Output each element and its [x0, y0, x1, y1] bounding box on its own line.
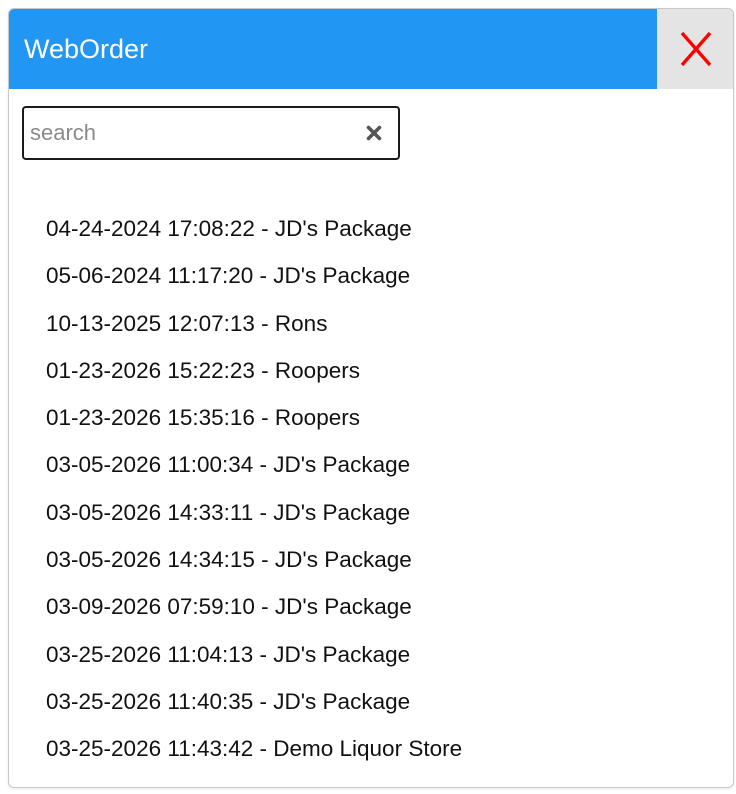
order-list-item[interactable]: 01-23-2026 15:35:16 - Roopers	[46, 394, 462, 441]
order-list-item[interactable]: 03-25-2026 11:43:42 - Demo Liquor Store	[46, 725, 462, 772]
window-title: WebOrder	[24, 33, 149, 64]
order-list-item[interactable]: 05-06-2024 11:17:20 - JD's Package	[46, 252, 462, 299]
close-icon	[680, 31, 712, 67]
clear-search-button[interactable]	[364, 123, 384, 143]
title-area: WebOrder	[9, 9, 657, 89]
clear-x-icon	[366, 125, 382, 141]
weborder-dialog: WebOrder 04-24-2024 17:08:22 - JD's Pack…	[8, 8, 734, 788]
search-input[interactable]	[30, 116, 350, 150]
order-list-item[interactable]: 03-25-2026 11:04:13 - JD's Package	[46, 631, 462, 678]
order-list-item[interactable]: 10-13-2025 12:07:13 - Rons	[46, 300, 462, 347]
order-list-item[interactable]: 04-24-2024 17:08:22 - JD's Package	[46, 205, 462, 252]
order-list-item[interactable]: 03-05-2026 11:00:34 - JD's Package	[46, 441, 462, 488]
order-list-item[interactable]: 01-23-2026 15:22:23 - Roopers	[46, 347, 462, 394]
search-box	[22, 106, 400, 160]
order-list: 04-24-2024 17:08:22 - JD's Package 05-06-…	[46, 205, 462, 773]
close-button[interactable]	[657, 9, 733, 89]
order-list-item[interactable]: 03-09-2026 07:59:10 - JD's Package	[46, 583, 462, 630]
order-list-item[interactable]: 03-05-2026 14:34:15 - JD's Package	[46, 536, 462, 583]
order-list-item[interactable]: 03-25-2026 11:40:35 - JD's Package	[46, 678, 462, 725]
title-bar: WebOrder	[9, 9, 733, 89]
order-list-item[interactable]: 03-05-2026 14:33:11 - JD's Package	[46, 489, 462, 536]
